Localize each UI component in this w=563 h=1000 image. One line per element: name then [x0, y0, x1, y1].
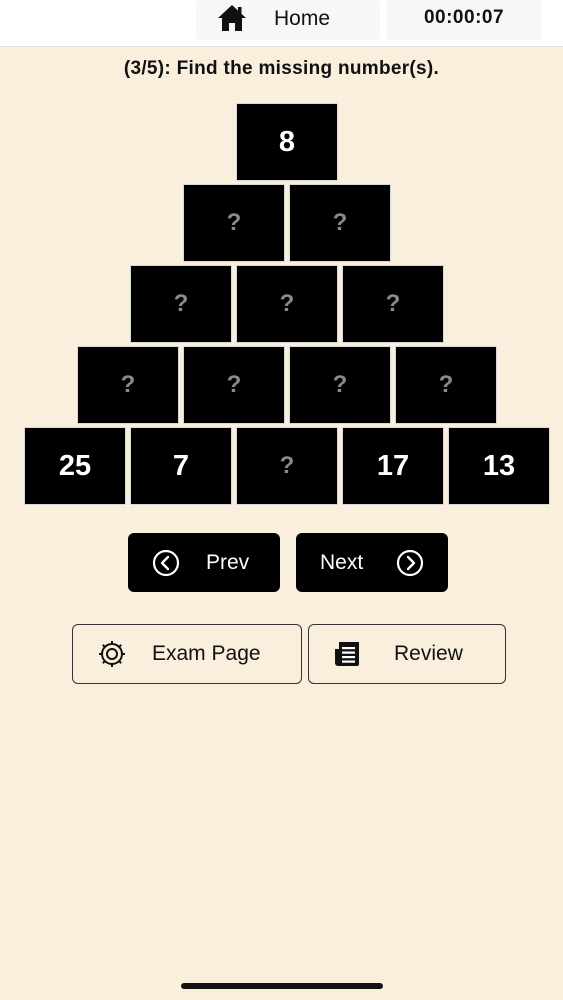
question-title: (3/5): Find the missing number(s).: [123, 58, 440, 79]
pyramid-cell: 25: [24, 427, 126, 505]
home-button[interactable]: Home: [196, 0, 380, 40]
pyramid-cell-missing[interactable]: ?: [236, 427, 338, 505]
home-label: Home: [274, 7, 331, 30]
pyramid-cell-missing[interactable]: ?: [289, 346, 391, 424]
document-list-icon: [335, 642, 359, 666]
pyramid-cell: 7: [130, 427, 232, 505]
next-label: Next: [320, 551, 364, 574]
timer-value: 00:00:07: [423, 7, 505, 28]
prev-label: Prev: [206, 551, 250, 574]
chevron-right-circle-icon: [396, 549, 424, 577]
prev-button[interactable]: Prev: [128, 533, 280, 592]
top-bar: Home 00:00:07: [0, 0, 563, 47]
review-label: Review: [394, 642, 463, 665]
pyramid-cell: 8: [236, 103, 338, 181]
gear-icon: [99, 641, 125, 667]
pyramid-cell-missing[interactable]: ?: [395, 346, 497, 424]
home-icon: [218, 5, 246, 31]
pyramid-cell-missing[interactable]: ?: [342, 265, 444, 343]
chevron-left-circle-icon: [152, 549, 180, 577]
exam-page-label: Exam Page: [152, 642, 261, 665]
home-indicator: [181, 983, 383, 989]
pyramid-cell-missing[interactable]: ?: [183, 346, 285, 424]
pyramid-cell: 13: [448, 427, 550, 505]
pyramid-cell-missing[interactable]: ?: [77, 346, 179, 424]
pyramid-cell-missing[interactable]: ?: [183, 184, 285, 262]
timer: 00:00:07: [386, 0, 542, 40]
review-button[interactable]: Review: [308, 624, 506, 684]
pyramid-cell: 17: [342, 427, 444, 505]
pyramid-cell-missing[interactable]: ?: [236, 265, 338, 343]
pyramid-cell-missing[interactable]: ?: [130, 265, 232, 343]
exam-page-button[interactable]: Exam Page: [72, 624, 302, 684]
pyramid-cell-missing[interactable]: ?: [289, 184, 391, 262]
next-button[interactable]: Next: [296, 533, 448, 592]
